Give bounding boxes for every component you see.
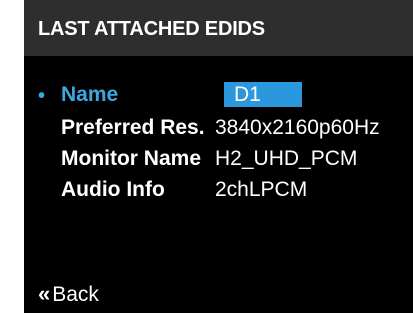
audio-info-label: Audio Info [61, 178, 165, 201]
row-audio-info[interactable]: Audio Info 2chLPCM [24, 175, 413, 205]
double-chevron-left-icon: « [38, 281, 51, 306]
monitor-name-label: Monitor Name [61, 147, 202, 170]
back-button[interactable]: «Back [38, 280, 99, 309]
page-title: LAST ATTACHED EDIDS [38, 18, 265, 40]
row-monitor-name[interactable]: Monitor Name H2_UHD_PCM [24, 144, 413, 174]
selection-bullet-icon: • [38, 85, 46, 107]
preferred-res-value: 3840x2160p60Hz [215, 116, 380, 139]
preferred-res-label: Preferred Res. [61, 116, 205, 139]
header-bar: LAST ATTACHED EDIDS [24, 0, 413, 56]
row-name[interactable]: • Name D1 [24, 80, 413, 110]
audio-info-value: 2chLPCM [215, 178, 308, 201]
row-preferred-res[interactable]: Preferred Res. 3840x2160p60Hz [24, 113, 413, 143]
name-value-field[interactable]: D1 [224, 82, 302, 107]
name-label: Name [61, 83, 119, 106]
monitor-name-value: H2_UHD_PCM [215, 147, 358, 170]
back-label: Back [52, 283, 99, 306]
device-screen: LAST ATTACHED EDIDS • Name D1 Preferred … [24, 0, 413, 313]
